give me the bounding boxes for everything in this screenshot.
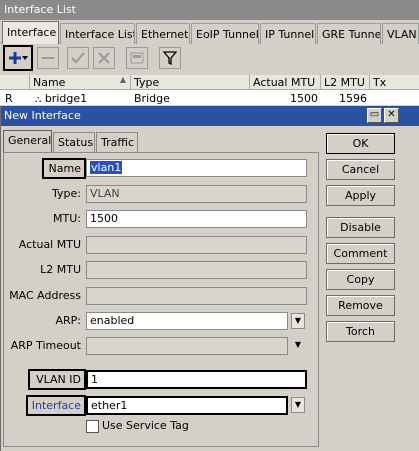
interface-list-toolbar [0,44,419,74]
l2-mtu-field [86,261,307,279]
remove-button[interactable] [37,47,59,69]
bridge-icon: ⛬ [35,95,42,105]
column-header-name[interactable]: Name ▲ [30,75,131,90]
mtu-input[interactable]: 1500 [86,210,307,228]
restore-button[interactable]: ▭ [367,108,382,123]
dialog-titlebar: New Interface ▭ ✕ [1,106,419,126]
cancel-button[interactable]: Cancel [326,159,395,180]
restore-icon: ▭ [369,109,380,120]
filter-icon [163,51,177,65]
l2-mtu-label: L2 MTU [40,263,81,276]
column-header-l2-mtu[interactable]: L2 MTU [321,75,370,90]
arp-dropdown-button[interactable]: ▼ [291,313,305,329]
mac-address-field [86,287,307,305]
column-header-type[interactable]: Type [131,75,250,90]
interface-list-titlebar: Interface List [0,0,419,20]
use-service-tag-label: Use Service Tag [102,419,189,432]
tab-traffic[interactable]: Traffic [96,132,138,152]
row-type: Bridge [134,92,170,105]
filter-button[interactable] [159,47,181,69]
tab-interface-list[interactable]: Interface List [60,23,135,44]
column-header-actual-mtu[interactable]: Actual MTU [250,75,321,90]
comment-button[interactable] [126,47,148,69]
interface-label: Interface [26,395,86,416]
apply-button[interactable]: Apply [326,185,395,206]
interface-list-tabs: Interface Interface List Ethernet EoIP T… [0,21,419,44]
ok-button[interactable]: OK [326,133,395,154]
disable-button[interactable]: Disable [326,217,395,238]
tab-interface[interactable]: Interface [2,21,59,44]
actual-mtu-label: Actual MTU [18,238,81,251]
arp-timeout-expand-button[interactable]: ▼ [291,338,305,354]
name-label: Name [42,158,86,179]
arp-timeout-label: ARP Timeout [10,339,81,352]
tab-ethernet[interactable]: Ethernet [136,23,190,44]
row-l2-mtu: 1596 [339,92,367,105]
interface-select[interactable]: ether1 [86,396,288,415]
torch-button[interactable]: Torch [326,321,395,342]
tab-general[interactable]: General [3,130,52,153]
tab-vlan[interactable]: VLAN [382,23,419,44]
tab-gre-tunnel[interactable]: GRE Tunnel [317,23,381,44]
row-flag: R [5,92,13,105]
tab-ip-tunnel[interactable]: IP Tunnel [260,23,316,44]
comment-icon [130,52,144,64]
column-header-flag[interactable] [0,75,30,90]
arp-select[interactable]: enabled [86,312,288,330]
add-button[interactable] [3,45,33,71]
row-actual-mtu: 1500 [290,92,318,105]
close-icon: ✕ [387,109,396,120]
close-button[interactable]: ✕ [384,108,399,123]
plus-icon [9,52,28,64]
arp-label: ARP: [55,314,81,327]
new-interface-dialog: New Interface ▭ ✕ General Status Traffic… [0,106,419,451]
interface-dropdown-button[interactable]: ▼ [291,397,305,413]
sort-ascending-icon: ▲ [119,75,126,84]
check-icon [71,52,85,64]
mac-address-label: MAC Address [9,289,81,302]
dialog-title: New Interface [4,109,81,122]
minus-icon [42,57,54,59]
type-label: Type: [52,187,81,200]
vlan-id-input[interactable]: 1 [86,370,307,389]
x-icon [98,52,110,64]
copy-button[interactable]: Copy [326,269,395,290]
column-header-tx[interactable]: Tx [370,75,419,90]
name-input[interactable]: vlan1 [86,159,307,177]
use-service-tag-checkbox[interactable] [86,420,99,433]
mtu-label: MTU: [53,212,81,225]
tab-eoip-tunnel[interactable]: EoIP Tunnel [191,23,259,44]
arp-timeout-field [86,337,288,355]
actual-mtu-field [86,236,307,254]
type-field: VLAN [86,185,307,203]
chevron-down-icon: ▼ [294,400,302,409]
chevron-down-icon: ▼ [294,316,302,325]
vlan-id-label: VLAN ID [28,369,86,390]
interface-table: Name ▲ Type Actual MTU L2 MTU Tx R ⛬ bri… [0,75,419,105]
tab-status[interactable]: Status [53,132,95,152]
comment-button[interactable]: Comment [326,243,395,264]
disable-button[interactable] [93,47,115,69]
row-tx [370,91,419,105]
triangle-down-icon: ▼ [294,340,302,349]
interface-list-title: Interface List [4,3,76,16]
row-name-cell: ⛬ bridge1 [35,92,88,105]
enable-button[interactable] [67,47,89,69]
remove-button[interactable]: Remove [326,295,395,316]
